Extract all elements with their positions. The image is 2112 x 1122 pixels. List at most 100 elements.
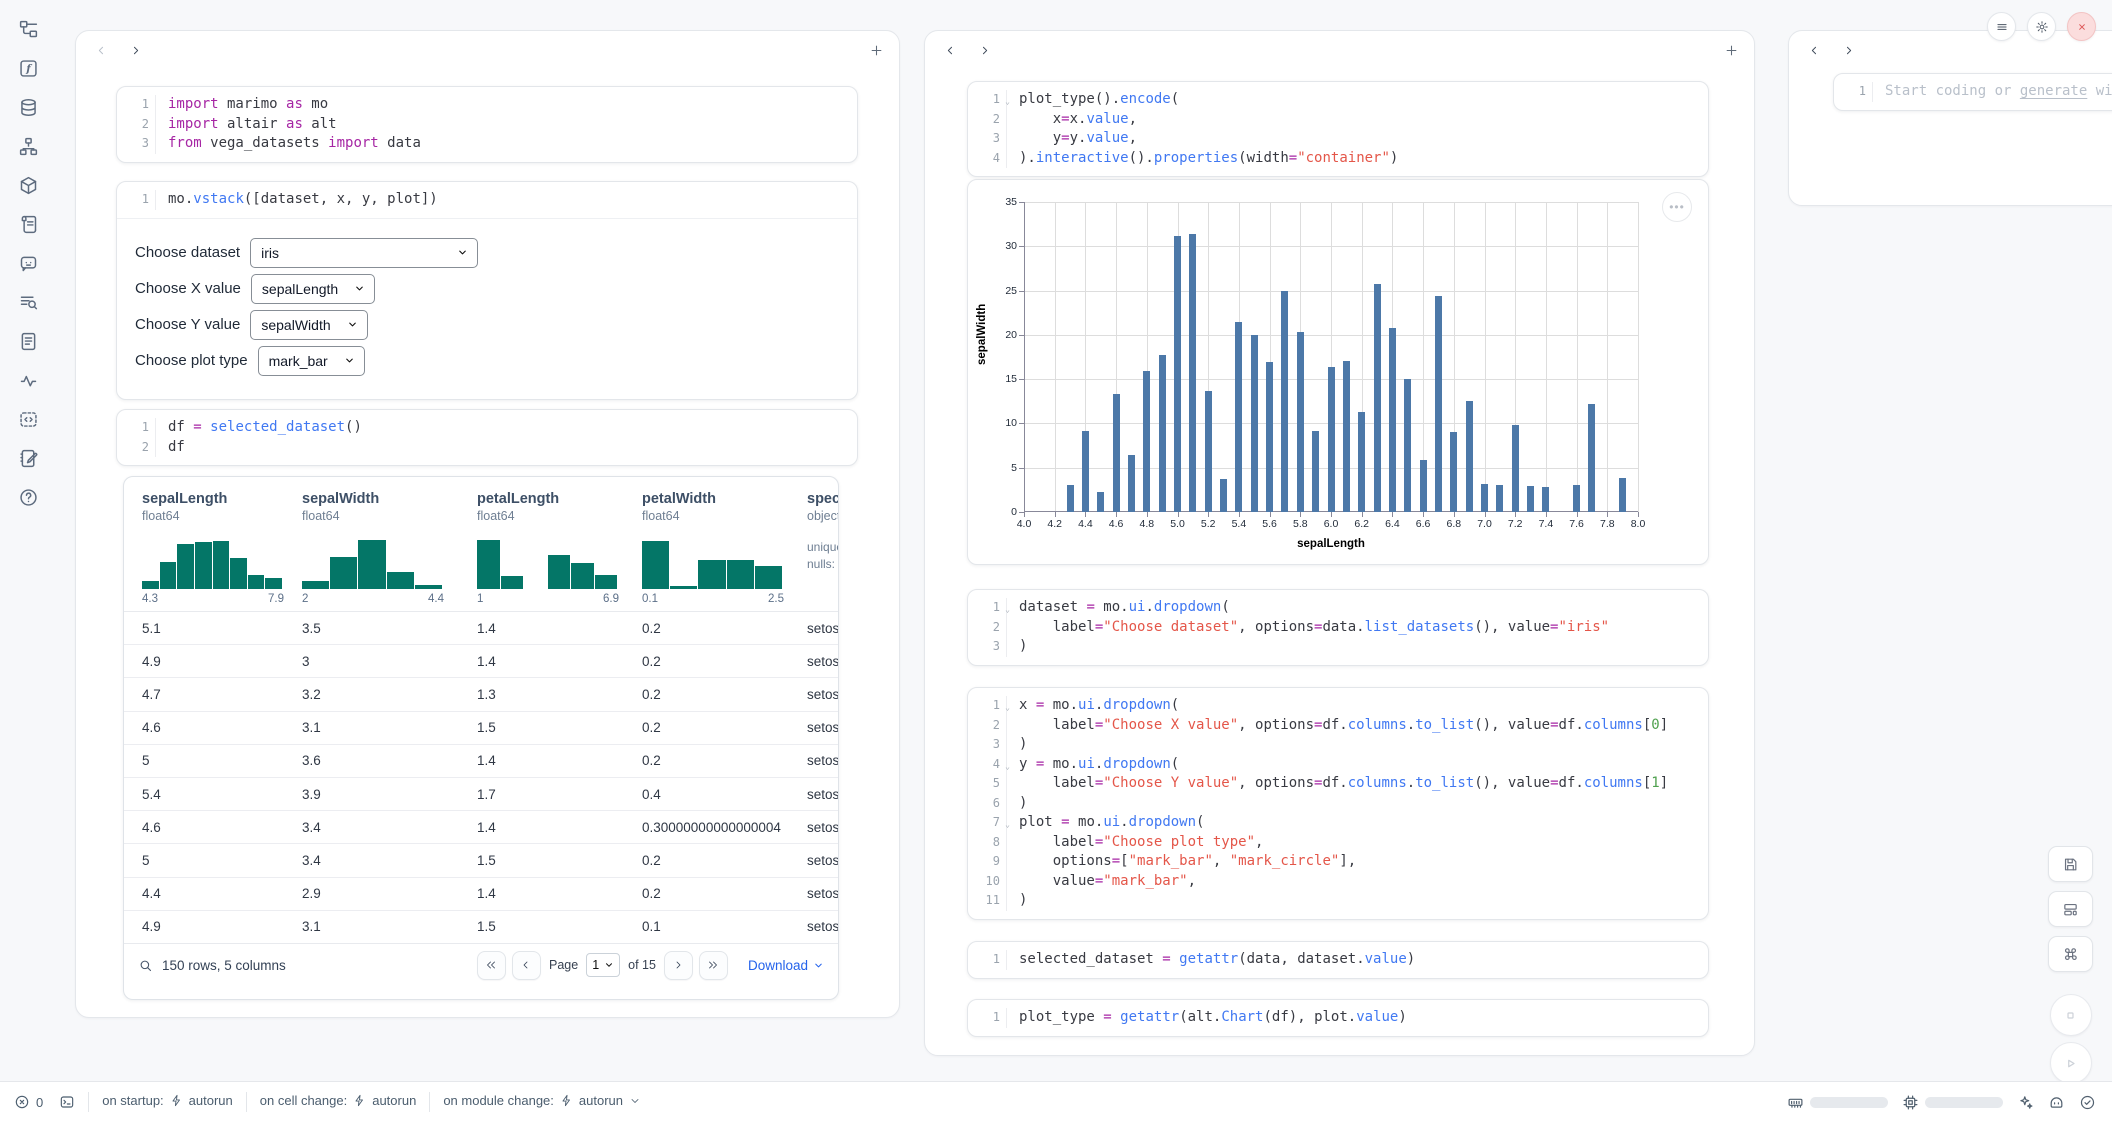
histogram-petalLength — [477, 537, 617, 589]
code-cell-selected-dataset[interactable]: 1selected_dataset = getattr(data, datase… — [967, 941, 1709, 979]
page-select[interactable]: 1 — [586, 953, 620, 977]
autorun-config-2[interactable]: on module change:autorun — [443, 1093, 641, 1108]
settings-button[interactable] — [2027, 12, 2056, 41]
column-header-species[interactable]: speciesobjectunique:nulls: — [807, 491, 838, 605]
x-tick-label: 5.8 — [1293, 518, 1308, 530]
outline-icon[interactable] — [15, 367, 41, 393]
table-cell: 3.5 — [302, 621, 477, 636]
y-select[interactable]: sepalWidth — [250, 310, 367, 340]
table-row[interactable]: 4.63.41.40.30000000000000004setosa — [124, 811, 838, 844]
table-row[interactable]: 5.13.51.40.2setosa — [124, 612, 838, 645]
bar — [1297, 332, 1304, 512]
code-cell-imports[interactable]: 1import marimo as mo2import altair as al… — [116, 86, 858, 163]
command-icon — [2062, 946, 2079, 963]
dependencies-icon[interactable] — [15, 133, 41, 159]
logs-icon[interactable] — [15, 211, 41, 237]
code-line: 6) — [976, 794, 1698, 814]
code-cell-dataset-dropdown[interactable]: 1⌄dataset = mo.ui.dropdown(2 label="Choo… — [967, 589, 1709, 666]
shutdown-button[interactable] — [2067, 12, 2096, 41]
table-cell: 3.6 — [302, 753, 477, 768]
next-page-button[interactable] — [664, 951, 693, 980]
table-row[interactable]: 53.41.50.2setosa — [124, 844, 838, 877]
last-page-button[interactable] — [699, 951, 728, 980]
chevron-down-icon — [347, 317, 358, 333]
autorun-config-0[interactable]: on startup:autorun — [102, 1093, 233, 1108]
add-cell-button[interactable] — [1720, 39, 1742, 61]
first-page-button[interactable] — [477, 951, 506, 980]
file-explorer-icon[interactable] — [15, 16, 41, 42]
autorun-config-1[interactable]: on cell change:autorun — [260, 1093, 417, 1108]
table-row[interactable]: 5.43.91.70.4setosa — [124, 778, 838, 811]
snippets-icon[interactable] — [15, 406, 41, 432]
plot-select[interactable]: mark_bar — [258, 346, 365, 376]
generate-link[interactable]: generate — [2020, 83, 2087, 99]
datasources-icon[interactable] — [15, 94, 41, 120]
code-cell-xy-dropdowns[interactable]: 1⌄x = mo.ui.dropdown(2 label="Choose X v… — [967, 687, 1709, 920]
bar-chart[interactable]: 051015202530354.04.24.44.64.85.05.25.45.… — [1024, 202, 1638, 512]
column-next-button[interactable] — [973, 39, 995, 61]
column-header-sepalLength[interactable]: sepalLengthfloat644.37.9 — [142, 491, 302, 605]
copilot-button[interactable] — [2048, 1094, 2065, 1111]
bar — [1251, 335, 1258, 512]
x-tick-label: 7.6 — [1569, 518, 1584, 530]
chevron-down-icon — [604, 960, 614, 970]
table-header-row: sepalLengthfloat644.37.9sepalWidthfloat6… — [124, 477, 838, 611]
table-cell: 0.2 — [642, 853, 807, 868]
table-row[interactable]: 53.61.40.2setosa — [124, 745, 838, 778]
documentation-icon[interactable] — [15, 328, 41, 354]
keyboard-shortcuts-button[interactable] — [2048, 936, 2093, 972]
dataset-select[interactable]: iris — [250, 238, 478, 268]
x-select[interactable]: sepalLength — [251, 274, 375, 304]
help-icon[interactable] — [15, 484, 41, 510]
cell-placeholder[interactable]: Start coding or generate with AI — [1872, 82, 2112, 102]
y-tick-label: 35 — [1005, 196, 1017, 208]
save-button[interactable] — [2048, 846, 2093, 882]
table-row[interactable]: 4.73.21.30.2setosa — [124, 678, 838, 711]
column-header-sepalWidth[interactable]: sepalWidthfloat6424.4 — [302, 491, 477, 605]
packages-icon[interactable] — [15, 172, 41, 198]
column-prev-button[interactable] — [939, 39, 961, 61]
table-row[interactable]: 4.931.40.2setosa — [124, 645, 838, 678]
code-cell-df[interactable]: 1df = selected_dataset()2df — [116, 409, 858, 466]
table-cell: 3.1 — [302, 919, 477, 934]
stop-button[interactable] — [2050, 994, 2092, 1036]
column-next-button[interactable] — [1837, 39, 1859, 61]
scratchpad-icon[interactable] — [15, 445, 41, 471]
sparkles-icon — [2017, 1094, 2034, 1111]
add-cell-button[interactable] — [865, 39, 887, 61]
cpu-usage[interactable] — [1902, 1094, 2003, 1111]
layout-icon — [2062, 901, 2079, 918]
menu-button[interactable] — [1987, 12, 2016, 41]
column-header-petalWidth[interactable]: petalWidthfloat640.12.5 — [642, 491, 807, 605]
run-button[interactable] — [2050, 1042, 2092, 1084]
connection-status-icon[interactable] — [2079, 1094, 2096, 1111]
code-cell-vstack[interactable]: 1mo.vstack([dataset, x, y, plot]) Choose… — [116, 181, 858, 400]
prev-page-button[interactable] — [512, 951, 541, 980]
table-row[interactable]: 4.93.11.50.1setosa — [124, 911, 838, 944]
code-cell-plot[interactable]: 1⌄plot_type().encode(2 x=x.value,3 y=y.v… — [967, 81, 1709, 177]
table-row[interactable]: 4.42.91.40.2setosa — [124, 878, 838, 911]
ai-assist-button[interactable] — [2017, 1094, 2034, 1111]
bar — [1512, 425, 1519, 512]
table-row[interactable]: 4.63.11.50.2setosa — [124, 712, 838, 745]
error-indicator[interactable]: 0 — [14, 1094, 43, 1110]
empty-code-cell[interactable]: 1 Start coding or generate with AI — [1833, 73, 2112, 111]
download-button[interactable]: Download — [748, 958, 824, 973]
column-prev-button[interactable] — [1803, 39, 1825, 61]
chat-icon[interactable] — [15, 250, 41, 276]
layout-button[interactable] — [2048, 891, 2093, 927]
terminal-button[interactable] — [59, 1094, 75, 1110]
code-cell-plot-type[interactable]: 1plot_type = getattr(alt.Chart(df), plot… — [967, 999, 1709, 1037]
column-prev-button[interactable] — [90, 39, 112, 61]
memory-usage[interactable] — [1787, 1094, 1888, 1111]
zap-icon — [170, 1094, 183, 1107]
column-next-button[interactable] — [124, 39, 146, 61]
search-icon[interactable] — [138, 958, 153, 973]
x-tick-label: 4.0 — [1017, 518, 1032, 530]
table-cell: 1.4 — [477, 753, 642, 768]
table-cell: 0.2 — [642, 687, 807, 702]
variables-icon[interactable]: f — [15, 55, 41, 81]
tracebacks-icon[interactable] — [15, 289, 41, 315]
chart-menu-button[interactable]: ••• — [1662, 192, 1692, 222]
column-header-petalLength[interactable]: petalLengthfloat6416.9 — [477, 491, 642, 605]
